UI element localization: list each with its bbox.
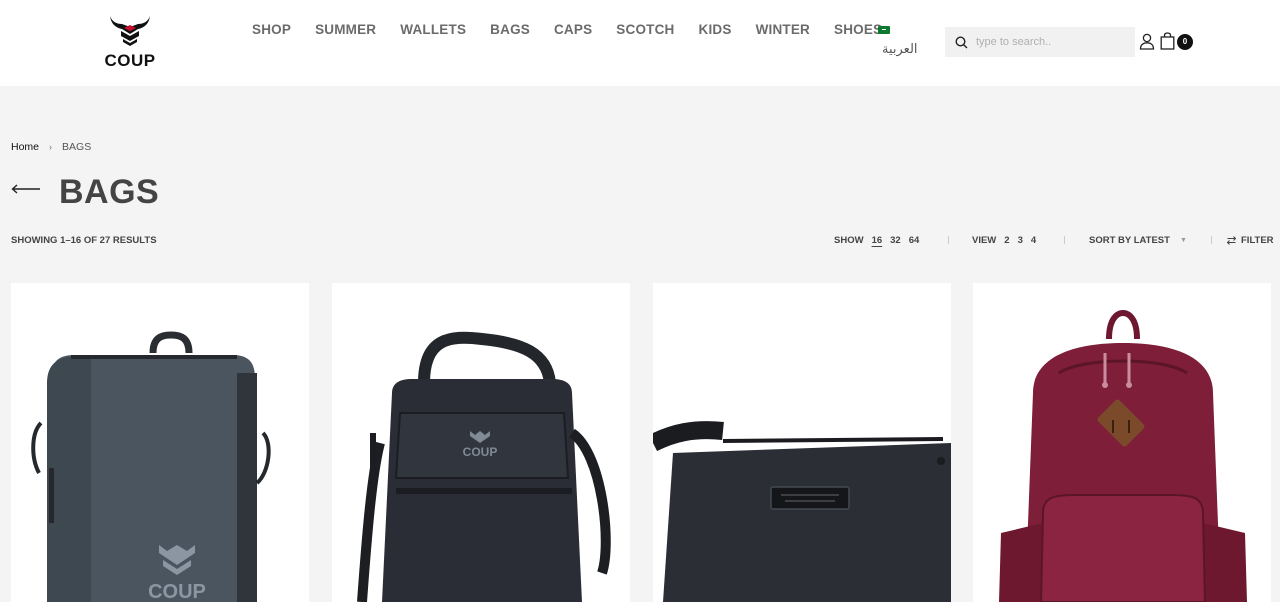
filter-label: FILTER [1241,235,1274,246]
nav-bags[interactable]: BAGS [490,22,530,37]
cart-count-badge[interactable]: 0 [1177,34,1193,50]
search-icon[interactable] [955,35,968,49]
product-grid: COUP COUP [11,283,1271,602]
brand-logo[interactable]: COUP [100,14,160,74]
product-card[interactable] [973,283,1271,602]
breadcrumb: Home › BAGS [11,141,91,153]
filter-button[interactable]: FILTER [1227,235,1274,246]
show-option-64[interactable]: 64 [909,235,920,246]
catalog-toolbar: SHOWING 1–16 OF 27 RESULTS SHOW 16 32 64… [11,235,1274,249]
sort-label: SORT BY LATEST [1089,235,1170,246]
nav-shoes[interactable]: SHOES [834,22,882,37]
nav-summer[interactable]: SUMMER [315,22,376,37]
chevron-down-icon: ▼ [1179,237,1187,244]
product-card[interactable]: COUP [332,283,630,602]
show-label: SHOW [834,235,864,246]
view-option-4[interactable]: 4 [1031,235,1036,246]
product-image-maroon-backpack [999,309,1247,602]
nav-scotch[interactable]: SCOTCH [616,22,674,37]
product-image-grey-crossbody-bag: COUP [31,331,271,602]
toolbar-divider [948,236,949,244]
user-icon[interactable] [1139,33,1155,50]
results-count: SHOWING 1–16 OF 27 RESULTS [11,235,157,246]
filter-arrows-icon [1227,236,1236,245]
back-arrow-icon[interactable] [11,183,41,195]
nav-shop[interactable]: SHOP [252,22,291,37]
toolbar-divider [1064,236,1065,244]
view-label: VIEW [972,235,997,246]
sort-dropdown[interactable]: SORT BY LATEST ▼ [1089,235,1187,246]
view-option-2[interactable]: 2 [1004,235,1009,246]
nav-kids[interactable]: KIDS [699,22,732,37]
main-nav: SHOP SUMMER WALLETS BAGS CAPS SCOTCH KID… [252,22,882,37]
product-card[interactable]: COUP [11,283,309,602]
nav-caps[interactable]: CAPS [554,22,592,37]
toolbar-divider [1211,236,1212,244]
breadcrumb-separator: › [49,142,53,152]
cart-bag-icon[interactable] [1160,32,1175,50]
logo-text: COUP [104,51,156,70]
search-input[interactable] [976,36,1126,48]
language-label: العربية [882,42,918,57]
bag-logo-text: COUP [148,581,206,602]
per-page-selector: SHOW 16 32 64 [834,235,919,246]
product-image-black-messenger-bag: COUP [357,331,611,602]
language-switcher[interactable]: العربية [878,26,928,57]
site-header: COUP SHOP SUMMER WALLETS BAGS CAPS SCOTC… [0,0,1280,86]
search-box [945,27,1135,57]
bag-logo-text: COUP [463,445,498,459]
breadcrumb-current: BAGS [62,141,92,153]
nav-wallets[interactable]: WALLETS [400,22,466,37]
view-option-3[interactable]: 3 [1018,235,1023,246]
product-card[interactable] [653,283,951,602]
breadcrumb-home[interactable]: Home [11,141,39,153]
saudi-flag-icon [878,26,890,34]
show-option-32[interactable]: 32 [890,235,901,246]
bull-logo-icon [110,16,150,46]
show-option-16[interactable]: 16 [872,235,883,246]
nav-winter[interactable]: WINTER [756,22,810,37]
page-title: BAGS [59,173,160,211]
product-image-black-laptop-bag [653,421,951,602]
grid-view-selector: VIEW 2 3 4 [972,235,1036,246]
